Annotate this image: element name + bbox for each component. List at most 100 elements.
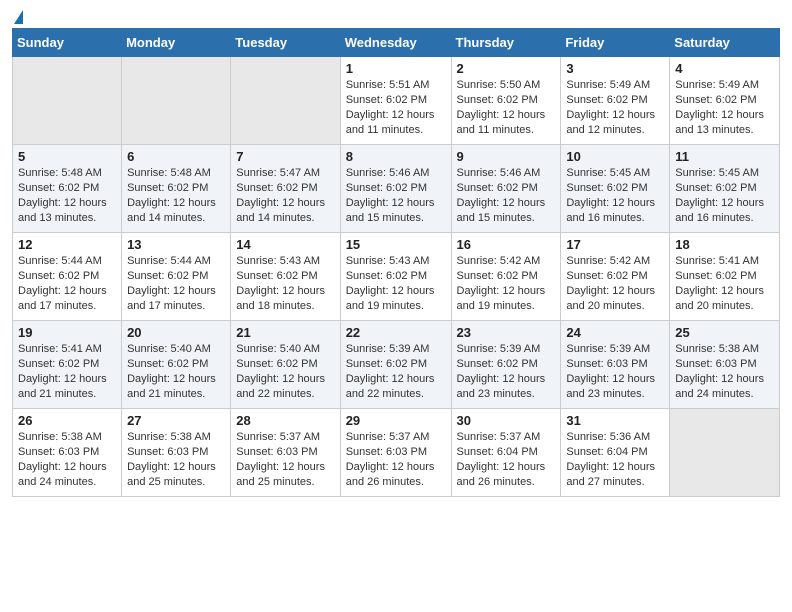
- calendar-cell: 18 Sunrise: 5:41 AM Sunset: 6:02 PM Dayli…: [670, 233, 780, 321]
- day-info: Sunrise: 5:40 AM Sunset: 6:02 PM Dayligh…: [127, 342, 225, 401]
- calendar-cell: [122, 57, 231, 145]
- calendar-cell: 4 Sunrise: 5:49 AM Sunset: 6:02 PM Daylig…: [670, 57, 780, 145]
- day-info: Sunrise: 5:43 AM Sunset: 6:02 PM Dayligh…: [236, 254, 334, 313]
- calendar-cell: 20 Sunrise: 5:40 AM Sunset: 6:02 PM Dayli…: [122, 321, 231, 409]
- day-number: 5: [18, 149, 116, 164]
- calendar-cell: 3Sunrise: 5:49 AM Sunset: 6:02 PM Daylig…: [561, 57, 670, 145]
- day-number: 14: [236, 237, 334, 252]
- day-info: Sunrise: 5:47 AM Sunset: 6:02 PM Dayligh…: [236, 166, 334, 225]
- day-number: 31: [566, 413, 664, 428]
- day-info: Sunrise: 5:42 AM Sunset: 6:02 PM Dayligh…: [566, 254, 664, 313]
- day-number: 8: [346, 149, 446, 164]
- calendar-cell: 26 Sunrise: 5:38 AM Sunset: 6:03 PM Dayli…: [13, 409, 122, 497]
- day-number: 11: [675, 149, 774, 164]
- day-info: Sunrise: 5:45 AM Sunset: 6:02 PM Dayligh…: [675, 166, 774, 225]
- day-info: Sunrise: 5:48 AM Sunset: 6:02 PM Dayligh…: [127, 166, 225, 225]
- day-info: Sunrise: 5:38 AM Sunset: 6:03 PM Dayligh…: [675, 342, 774, 401]
- calendar-cell: 21Sunrise: 5:40 AM Sunset: 6:02 PM Dayli…: [231, 321, 340, 409]
- day-info: Sunrise: 5:39 AM Sunset: 6:03 PM Dayligh…: [566, 342, 664, 401]
- calendar-cell: 1 Sunrise: 5:51 AM Sunset: 6:02 PM Daylig…: [340, 57, 451, 145]
- day-number: 6: [127, 149, 225, 164]
- calendar-cell: 16 Sunrise: 5:42 AM Sunset: 6:02 PM Dayli…: [451, 233, 561, 321]
- day-info: Sunrise: 5:44 AM Sunset: 6:02 PM Dayligh…: [127, 254, 225, 313]
- logo: [12, 10, 23, 20]
- day-number: 1: [346, 61, 446, 76]
- day-number: 20: [127, 325, 225, 340]
- day-info: Sunrise: 5:51 AM Sunset: 6:02 PM Dayligh…: [346, 78, 446, 137]
- day-info: Sunrise: 5:43 AM Sunset: 6:02 PM Dayligh…: [346, 254, 446, 313]
- calendar-week-row: 26 Sunrise: 5:38 AM Sunset: 6:03 PM Dayli…: [13, 409, 780, 497]
- day-info: Sunrise: 5:46 AM Sunset: 6:02 PM Dayligh…: [346, 166, 446, 225]
- day-info: Sunrise: 5:40 AM Sunset: 6:02 PM Dayligh…: [236, 342, 334, 401]
- page-container: SundayMondayTuesdayWednesdayThursdayFrid…: [0, 0, 792, 505]
- day-number: 12: [18, 237, 116, 252]
- calendar-cell: 22 Sunrise: 5:39 AM Sunset: 6:02 PM Dayli…: [340, 321, 451, 409]
- day-number: 7: [236, 149, 334, 164]
- day-number: 19: [18, 325, 116, 340]
- day-info: Sunrise: 5:41 AM Sunset: 6:02 PM Dayligh…: [675, 254, 774, 313]
- calendar-cell: 19 Sunrise: 5:41 AM Sunset: 6:02 PM Dayli…: [13, 321, 122, 409]
- calendar-cell: 5 Sunrise: 5:48 AM Sunset: 6:02 PM Daylig…: [13, 145, 122, 233]
- calendar-cell: 28 Sunrise: 5:37 AM Sunset: 6:03 PM Dayli…: [231, 409, 340, 497]
- day-number: 24: [566, 325, 664, 340]
- day-number: 29: [346, 413, 446, 428]
- calendar-week-row: 12 Sunrise: 5:44 AM Sunset: 6:02 PM Dayli…: [13, 233, 780, 321]
- day-info: Sunrise: 5:49 AM Sunset: 6:02 PM Dayligh…: [675, 78, 774, 137]
- day-info: Sunrise: 5:38 AM Sunset: 6:03 PM Dayligh…: [127, 430, 225, 489]
- calendar-table: SundayMondayTuesdayWednesdayThursdayFrid…: [12, 28, 780, 497]
- calendar-cell: 13 Sunrise: 5:44 AM Sunset: 6:02 PM Dayli…: [122, 233, 231, 321]
- day-info: Sunrise: 5:46 AM Sunset: 6:02 PM Dayligh…: [457, 166, 556, 225]
- calendar-cell: 24 Sunrise: 5:39 AM Sunset: 6:03 PM Dayli…: [561, 321, 670, 409]
- column-header-wednesday: Wednesday: [340, 29, 451, 57]
- day-info: Sunrise: 5:39 AM Sunset: 6:02 PM Dayligh…: [346, 342, 446, 401]
- day-info: Sunrise: 5:36 AM Sunset: 6:04 PM Dayligh…: [566, 430, 664, 489]
- day-number: 10: [566, 149, 664, 164]
- calendar-week-row: 5 Sunrise: 5:48 AM Sunset: 6:02 PM Daylig…: [13, 145, 780, 233]
- calendar-cell: 7 Sunrise: 5:47 AM Sunset: 6:02 PM Daylig…: [231, 145, 340, 233]
- column-header-tuesday: Tuesday: [231, 29, 340, 57]
- calendar-cell: 10 Sunrise: 5:45 AM Sunset: 6:02 PM Dayli…: [561, 145, 670, 233]
- calendar-cell: 12 Sunrise: 5:44 AM Sunset: 6:02 PM Dayli…: [13, 233, 122, 321]
- day-info: Sunrise: 5:48 AM Sunset: 6:02 PM Dayligh…: [18, 166, 116, 225]
- day-info: Sunrise: 5:41 AM Sunset: 6:02 PM Dayligh…: [18, 342, 116, 401]
- calendar-cell: 9 Sunrise: 5:46 AM Sunset: 6:02 PM Daylig…: [451, 145, 561, 233]
- calendar-cell: 31 Sunrise: 5:36 AM Sunset: 6:04 PM Dayli…: [561, 409, 670, 497]
- day-number: 13: [127, 237, 225, 252]
- calendar-cell: [670, 409, 780, 497]
- calendar-cell: [231, 57, 340, 145]
- column-header-friday: Friday: [561, 29, 670, 57]
- day-info: Sunrise: 5:39 AM Sunset: 6:02 PM Dayligh…: [457, 342, 556, 401]
- calendar-cell: 14 Sunrise: 5:43 AM Sunset: 6:02 PM Dayli…: [231, 233, 340, 321]
- day-number: 27: [127, 413, 225, 428]
- calendar-cell: 25 Sunrise: 5:38 AM Sunset: 6:03 PM Dayli…: [670, 321, 780, 409]
- day-number: 25: [675, 325, 774, 340]
- calendar-cell: 23Sunrise: 5:39 AM Sunset: 6:02 PM Dayli…: [451, 321, 561, 409]
- day-number: 16: [457, 237, 556, 252]
- column-header-saturday: Saturday: [670, 29, 780, 57]
- day-number: 17: [566, 237, 664, 252]
- calendar-cell: 29 Sunrise: 5:37 AM Sunset: 6:03 PM Dayli…: [340, 409, 451, 497]
- day-info: Sunrise: 5:44 AM Sunset: 6:02 PM Dayligh…: [18, 254, 116, 313]
- calendar-cell: 30Sunrise: 5:37 AM Sunset: 6:04 PM Dayli…: [451, 409, 561, 497]
- day-number: 26: [18, 413, 116, 428]
- day-info: Sunrise: 5:45 AM Sunset: 6:02 PM Dayligh…: [566, 166, 664, 225]
- day-number: 4: [675, 61, 774, 76]
- day-number: 9: [457, 149, 556, 164]
- day-number: 18: [675, 237, 774, 252]
- day-info: Sunrise: 5:50 AM Sunset: 6:02 PM Dayligh…: [457, 78, 556, 137]
- calendar-cell: 15Sunrise: 5:43 AM Sunset: 6:02 PM Dayli…: [340, 233, 451, 321]
- day-number: 30: [457, 413, 556, 428]
- day-info: Sunrise: 5:38 AM Sunset: 6:03 PM Dayligh…: [18, 430, 116, 489]
- day-number: 2: [457, 61, 556, 76]
- calendar-cell: 27 Sunrise: 5:38 AM Sunset: 6:03 PM Dayli…: [122, 409, 231, 497]
- day-number: 3: [566, 61, 664, 76]
- day-info: Sunrise: 5:37 AM Sunset: 6:03 PM Dayligh…: [346, 430, 446, 489]
- day-number: 22: [346, 325, 446, 340]
- day-info: Sunrise: 5:42 AM Sunset: 6:02 PM Dayligh…: [457, 254, 556, 313]
- calendar-cell: 2 Sunrise: 5:50 AM Sunset: 6:02 PM Daylig…: [451, 57, 561, 145]
- day-number: 28: [236, 413, 334, 428]
- calendar-cell: 6 Sunrise: 5:48 AM Sunset: 6:02 PM Daylig…: [122, 145, 231, 233]
- column-header-monday: Monday: [122, 29, 231, 57]
- day-info: Sunrise: 5:37 AM Sunset: 6:03 PM Dayligh…: [236, 430, 334, 489]
- calendar-cell: [13, 57, 122, 145]
